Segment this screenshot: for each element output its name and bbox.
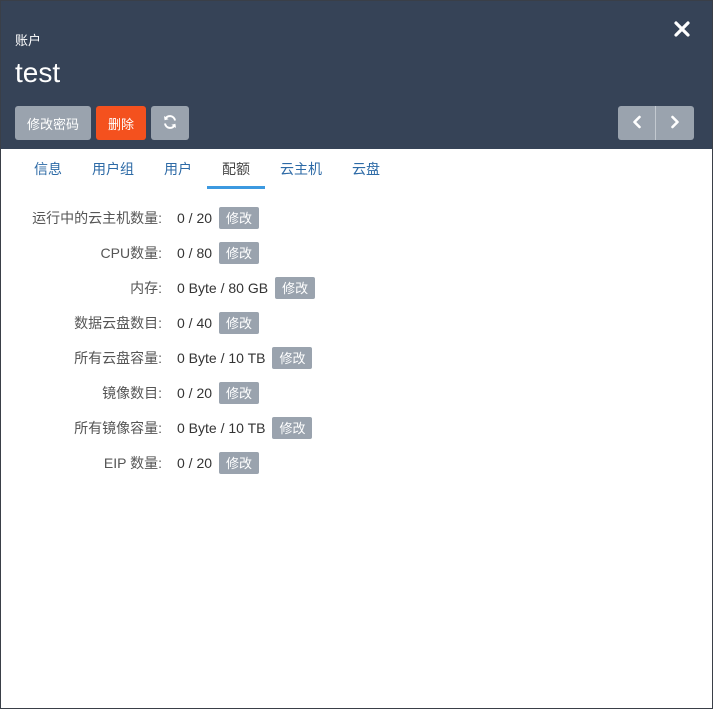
breadcrumb: 账户 xyxy=(15,33,42,48)
tab-vm-instances[interactable]: 云主机 xyxy=(265,149,337,189)
tab-users[interactable]: 用户 xyxy=(149,149,207,189)
chevron-right-icon xyxy=(669,115,681,132)
refresh-button[interactable] xyxy=(151,106,190,140)
quota-value: 0 / 40 xyxy=(177,314,213,331)
quota-label: EIP 数量: xyxy=(103,454,162,471)
quota-value: 0 / 80 xyxy=(177,244,213,261)
quota-label: CPU数量: xyxy=(100,244,162,261)
change-password-button[interactable]: 修改密码 xyxy=(15,106,92,140)
quota-value: 0 / 20 xyxy=(177,209,213,226)
tab-info[interactable]: 信息 xyxy=(19,149,77,189)
previous-button[interactable] xyxy=(618,106,656,140)
edit-quota-button[interactable]: 修改 xyxy=(219,206,260,229)
quota-row-running-vms: 运行中的云主机数量: 0 / 20 修改 xyxy=(1,200,712,235)
edit-quota-button[interactable]: 修改 xyxy=(219,381,260,404)
tab-quota[interactable]: 配额 xyxy=(207,149,265,189)
quota-row-images: 镜像数目: 0 / 20 修改 xyxy=(1,375,712,410)
quota-list: 运行中的云主机数量: 0 / 20 修改 CPU数量: 0 / 80 修改 内存… xyxy=(1,200,712,480)
quota-label: 内存: xyxy=(130,279,162,296)
pager xyxy=(618,106,694,140)
quota-label: 所有镜像容量: xyxy=(74,419,162,436)
account-detail-panel: 账户 test 修改密码 删除 信息 用户组 用户 配额 云主机 云盘 运行中的… xyxy=(0,0,713,709)
edit-quota-button[interactable]: 修改 xyxy=(219,241,260,264)
quota-value: 0 Byte / 80 GB xyxy=(177,279,269,296)
quota-label: 所有云盘容量: xyxy=(74,349,162,366)
edit-quota-button[interactable]: 修改 xyxy=(272,416,313,439)
quota-label: 镜像数目: xyxy=(102,384,162,401)
quota-label: 运行中的云主机数量: xyxy=(32,209,162,226)
quota-row-eip: EIP 数量: 0 / 20 修改 xyxy=(1,445,712,480)
next-button[interactable] xyxy=(656,106,694,140)
edit-quota-button[interactable]: 修改 xyxy=(219,311,260,334)
quota-row-memory: 内存: 0 Byte / 80 GB 修改 xyxy=(1,270,712,305)
quota-value: 0 Byte / 10 TB xyxy=(177,349,266,366)
tab-volumes[interactable]: 云盘 xyxy=(337,149,395,189)
toolbar: 修改密码 删除 xyxy=(15,106,190,140)
quota-value: 0 Byte / 10 TB xyxy=(177,419,266,436)
quota-value: 0 / 20 xyxy=(177,384,213,401)
quota-row-data-volumes: 数据云盘数目: 0 / 40 修改 xyxy=(1,305,712,340)
chevron-left-icon xyxy=(631,115,643,132)
delete-button[interactable]: 删除 xyxy=(96,106,147,140)
page-title: test xyxy=(15,57,61,88)
edit-quota-button[interactable]: 修改 xyxy=(275,276,316,299)
quota-row-image-capacity: 所有镜像容量: 0 Byte / 10 TB 修改 xyxy=(1,410,712,445)
quota-row-volume-capacity: 所有云盘容量: 0 Byte / 10 TB 修改 xyxy=(1,340,712,375)
panel-header: 账户 test 修改密码 删除 xyxy=(1,1,712,149)
quota-label: 数据云盘数目: xyxy=(74,314,162,331)
tab-user-groups[interactable]: 用户组 xyxy=(77,149,149,189)
refresh-icon xyxy=(162,114,178,133)
edit-quota-button[interactable]: 修改 xyxy=(272,346,313,369)
tab-bar: 信息 用户组 用户 配额 云主机 云盘 xyxy=(1,149,712,189)
close-icon[interactable] xyxy=(672,19,692,39)
edit-quota-button[interactable]: 修改 xyxy=(219,451,260,474)
quota-value: 0 / 20 xyxy=(177,454,213,471)
quota-row-cpu: CPU数量: 0 / 80 修改 xyxy=(1,235,712,270)
